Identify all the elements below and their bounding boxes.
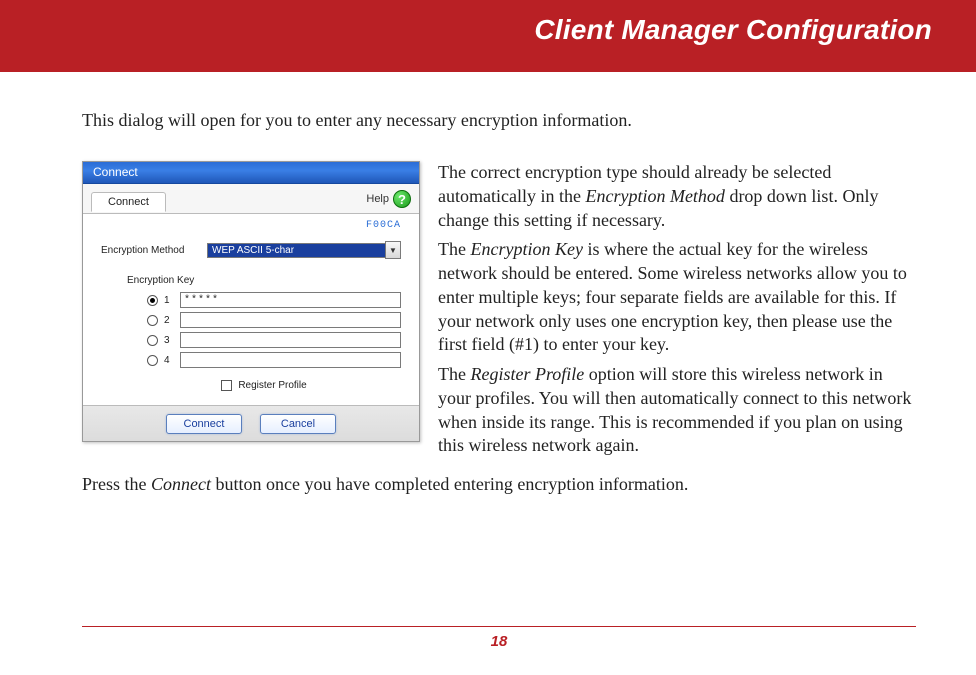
- key-num-1: 1: [164, 295, 174, 306]
- key-row-4: 4: [147, 352, 401, 368]
- key-radio-3[interactable]: [147, 335, 158, 346]
- encryption-method-label: Encryption Method: [101, 245, 197, 256]
- p2-a: The: [438, 239, 470, 259]
- key-num-4: 4: [164, 355, 174, 366]
- help-label: Help: [366, 193, 389, 205]
- page-title: Client Manager Configuration: [534, 14, 932, 46]
- dialog-titlebar: Connect: [83, 162, 419, 184]
- connect-dialog: Connect Connect Help ? F00CA Encryption …: [82, 161, 420, 442]
- key-input-2[interactable]: [180, 312, 401, 328]
- encryption-method-value: WEP ASCII 5-char: [207, 243, 385, 258]
- header-band: Client Manager Configuration: [0, 0, 976, 72]
- outro-b: button once you have completed entering …: [211, 474, 688, 494]
- dialog-screenshot: Connect Connect Help ? F00CA Encryption …: [82, 161, 420, 442]
- content-area: This dialog will open for you to enter a…: [0, 72, 976, 495]
- encryption-method-select[interactable]: WEP ASCII 5-char ▼: [207, 241, 401, 259]
- explanatory-text: The correct encryption type should alrea…: [438, 161, 916, 464]
- encryption-key-label: Encryption Key: [127, 275, 401, 286]
- key-input-1[interactable]: *****: [180, 292, 401, 308]
- help-icon[interactable]: ?: [393, 190, 411, 208]
- page-footer: 18: [82, 626, 916, 651]
- key-row-1: 1 *****: [147, 292, 401, 308]
- key-row-3: 3: [147, 332, 401, 348]
- key-input-4[interactable]: [180, 352, 401, 368]
- key-radio-1[interactable]: [147, 295, 158, 306]
- key-radio-4[interactable]: [147, 355, 158, 366]
- outro-italic: Connect: [151, 474, 211, 494]
- p1-italic: Encryption Method: [585, 186, 724, 206]
- outro-text: Press the Connect button once you have c…: [82, 474, 916, 495]
- p3-italic: Register Profile: [470, 364, 584, 384]
- dialog-tabstrip: Connect Help ?: [83, 184, 419, 214]
- intro-text: This dialog will open for you to enter a…: [82, 110, 916, 131]
- cancel-button[interactable]: Cancel: [260, 414, 336, 434]
- key-num-3: 3: [164, 335, 174, 346]
- key-input-3[interactable]: [180, 332, 401, 348]
- key-row-2: 2: [147, 312, 401, 328]
- p2-italic: Encryption Key: [470, 239, 582, 259]
- help-area[interactable]: Help ?: [366, 190, 411, 212]
- key-radio-2[interactable]: [147, 315, 158, 326]
- register-profile-label: Register Profile: [238, 380, 306, 391]
- outro-a: Press the: [82, 474, 151, 494]
- p3-a: The: [438, 364, 470, 384]
- connect-button[interactable]: Connect: [166, 414, 242, 434]
- tab-connect[interactable]: Connect: [91, 192, 166, 212]
- key-num-2: 2: [164, 315, 174, 326]
- page-number: 18: [491, 633, 508, 650]
- register-profile-checkbox[interactable]: [221, 380, 232, 391]
- chevron-down-icon[interactable]: ▼: [385, 241, 401, 259]
- network-name: F00CA: [101, 220, 401, 231]
